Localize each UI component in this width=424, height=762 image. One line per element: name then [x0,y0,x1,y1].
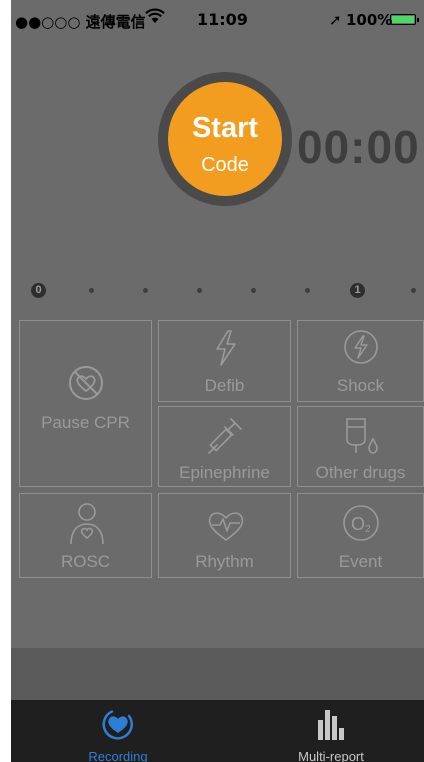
bottom-panel [11,648,424,700]
shock-icon [344,330,378,364]
status-bar: ●●○○○ 遠傳電信 11:09 ➚ 100% [11,0,424,40]
rosc-button[interactable]: ROSC [19,493,152,578]
app-screen: ●●○○○ 遠傳電信 11:09 ➚ 100% Start Code 00:00… [11,0,424,762]
syringe-icon [208,418,242,454]
progress-dot [305,288,310,293]
rosc-label: ROSC [60,552,111,571]
minute-progress-track: 0 1 [11,282,424,298]
rhythm-label: Rhythm [195,552,254,571]
lightning-icon [216,330,236,366]
start-code-label: Start [191,112,259,144]
defib-button[interactable]: Defib [158,320,291,402]
carrier-label: ●●○○○ 遠傳電信 [15,13,146,31]
wifi-icon [145,8,165,28]
code-timer: 00:00 [297,121,420,173]
recording-heart-icon [102,710,133,740]
tab-recording-label: Recording [88,749,148,762]
bar-chart-icon [318,710,344,740]
battery-fill [392,16,414,23]
epinephrine-button[interactable]: Epinephrine [158,406,291,487]
tab-recording[interactable]: Recording [61,700,175,762]
battery-percent: 100% [346,11,393,29]
pause-cpr-button[interactable]: Pause CPR [19,320,152,487]
defib-label: Defib [204,376,245,395]
progress-dot [251,288,256,293]
tab-multi-report[interactable]: Multi-report [271,700,391,762]
no-heart-icon [69,366,103,400]
progress-dot [89,288,94,293]
tab-bar: Recording Multi-report [11,700,424,762]
heart-rhythm-icon [208,512,244,541]
other-drugs-button[interactable]: Other drugs [297,406,424,487]
status-time: 11:09 [197,10,248,29]
pause-cpr-label: Pause CPR [41,413,130,432]
other-drugs-label: Other drugs [315,463,406,482]
epinephrine-label: Epinephrine [179,463,270,482]
start-code-button[interactable]: Start Code [168,82,282,196]
svg-text:2: 2 [365,524,371,535]
rhythm-button[interactable]: Rhythm [158,493,291,578]
progress-marker-0: 0 [31,283,46,298]
progress-dot [411,288,416,293]
progress-dot [143,288,148,293]
event-button[interactable]: O 2 Event [297,493,424,578]
location-arrow-icon: ➚ [329,11,342,29]
iv-bag-icon [346,418,378,454]
shock-button[interactable]: Shock [297,320,424,402]
svg-text:O: O [351,514,365,534]
progress-marker-1: 1 [350,283,365,298]
shock-label: Shock [336,376,385,395]
oxygen-icon: O 2 [343,505,379,541]
tab-multi-report-label: Multi-report [298,749,364,762]
start-code-sublabel: Code [201,154,249,176]
battery-icon [390,14,419,25]
event-label: Event [338,552,383,571]
progress-dot [197,288,202,293]
person-heart-icon [70,503,104,545]
